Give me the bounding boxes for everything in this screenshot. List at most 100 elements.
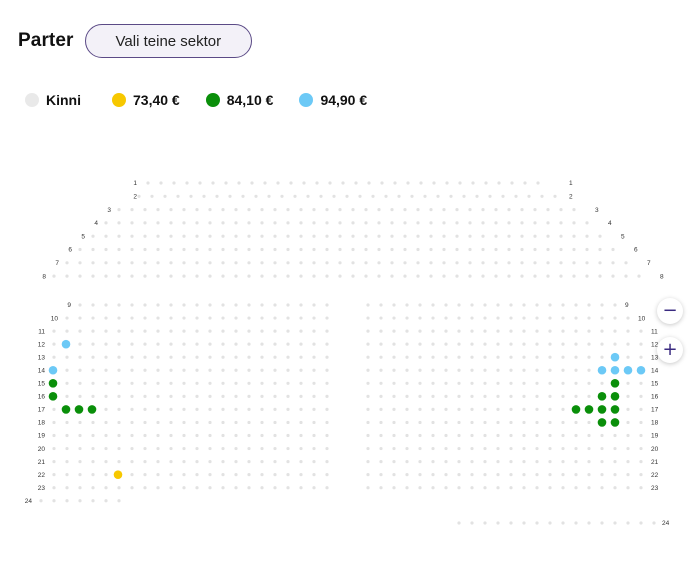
seat-available[interactable] <box>623 365 633 375</box>
seat-occupied <box>600 486 604 490</box>
seat-available[interactable] <box>597 418 607 427</box>
seat-available[interactable] <box>636 365 646 375</box>
seat-available[interactable] <box>48 365 58 375</box>
seat-occupied <box>561 433 565 438</box>
seat-occupied <box>65 368 69 372</box>
seat-available[interactable] <box>610 365 620 375</box>
seat-occupied <box>507 234 511 238</box>
seat-occupied <box>247 407 251 411</box>
seat-occupied <box>496 342 500 346</box>
seat-occupied <box>104 394 108 398</box>
seat-available[interactable] <box>74 405 84 414</box>
seat-available[interactable] <box>597 405 607 414</box>
seat-occupied <box>299 329 303 333</box>
seat-occupied <box>260 433 264 438</box>
seat-occupied <box>91 473 95 477</box>
seat-occupied <box>379 368 383 372</box>
seat-occupied <box>78 316 82 320</box>
seat-occupied <box>444 355 448 359</box>
seat-occupied <box>429 274 433 278</box>
seat-occupied <box>169 381 173 385</box>
seat-occupied <box>598 234 602 238</box>
seat-occupied <box>371 194 375 198</box>
seat-occupied <box>585 234 589 238</box>
seat-occupied <box>468 274 472 278</box>
seat-occupied <box>169 274 173 278</box>
seat-occupied <box>182 329 186 333</box>
seat-occupied <box>104 234 108 238</box>
seat-occupied <box>312 394 316 398</box>
seat-occupied <box>247 394 251 398</box>
seat-occupied <box>403 274 407 278</box>
seat-occupied <box>397 194 401 198</box>
seat-occupied <box>442 208 446 212</box>
seat-occupied <box>234 342 238 346</box>
row-label: 24 <box>662 520 670 527</box>
seat-available[interactable] <box>610 379 620 388</box>
seat-occupied <box>91 499 95 503</box>
seat-available[interactable] <box>610 405 620 414</box>
seat-occupied <box>91 381 95 385</box>
seat-occupied <box>273 394 277 398</box>
seat-available[interactable] <box>584 405 594 414</box>
seat-occupied <box>366 473 370 477</box>
seat-available[interactable] <box>48 379 58 388</box>
zoom-in-button[interactable]: + <box>657 337 683 363</box>
seat-available[interactable] <box>61 339 71 349</box>
seat-occupied <box>533 274 537 278</box>
seat-occupied <box>535 446 539 451</box>
seat-available[interactable] <box>571 405 581 414</box>
seat-occupied <box>91 303 95 307</box>
seat-available[interactable] <box>597 365 607 375</box>
seat-occupied <box>366 355 370 359</box>
seat-occupied <box>471 181 475 185</box>
seat-available[interactable] <box>87 405 97 414</box>
seat-occupied <box>561 460 565 464</box>
seat-occupied <box>535 407 539 411</box>
row-label: 2 <box>133 194 137 201</box>
seat-occupied <box>156 316 160 320</box>
seat-available[interactable] <box>610 352 620 362</box>
seat-occupied <box>520 247 524 252</box>
row-label: 5 <box>81 233 85 240</box>
seat-occupied <box>169 208 173 212</box>
zoom-out-button[interactable]: − <box>657 298 683 324</box>
seat-occupied <box>260 208 264 212</box>
seat-map[interactable]: 1 12 23 34 45 56 67 78 89 910 1011 1112 1213 1314 1415… <box>0 0 696 568</box>
seat-occupied <box>104 368 108 372</box>
seat-occupied <box>572 208 576 212</box>
seat-available[interactable] <box>113 470 123 479</box>
seat-occupied <box>366 460 370 464</box>
seat-occupied <box>546 208 550 212</box>
seat-occupied <box>91 460 95 464</box>
seat-occupied <box>208 329 212 333</box>
seat-occupied <box>299 234 303 238</box>
seat-occupied <box>143 355 147 359</box>
seat-occupied <box>276 181 280 185</box>
seat-available[interactable] <box>610 392 620 401</box>
seat-occupied <box>195 473 199 477</box>
seat-occupied <box>65 433 69 438</box>
seat-available[interactable] <box>61 405 71 414</box>
seat-occupied <box>496 316 500 320</box>
seat-occupied <box>143 247 147 252</box>
seat-occupied <box>600 460 604 464</box>
seat-occupied <box>299 316 303 320</box>
seat-occupied <box>509 407 513 411</box>
seat-occupied <box>418 329 422 333</box>
seat-occupied <box>247 234 251 238</box>
seat-occupied <box>78 473 82 477</box>
seat-occupied <box>143 303 147 307</box>
seat-occupied <box>325 303 329 307</box>
seat-occupied <box>379 486 383 490</box>
seat-occupied <box>325 261 329 265</box>
seat-occupied <box>299 342 303 346</box>
row-label: 5 <box>621 233 625 240</box>
seat-available[interactable] <box>610 418 620 427</box>
seat-occupied <box>392 381 396 385</box>
seat-available[interactable] <box>597 392 607 401</box>
seat-occupied <box>299 355 303 359</box>
seat-available[interactable] <box>48 392 58 401</box>
seat-occupied <box>130 368 134 372</box>
seat-occupied <box>483 316 487 320</box>
